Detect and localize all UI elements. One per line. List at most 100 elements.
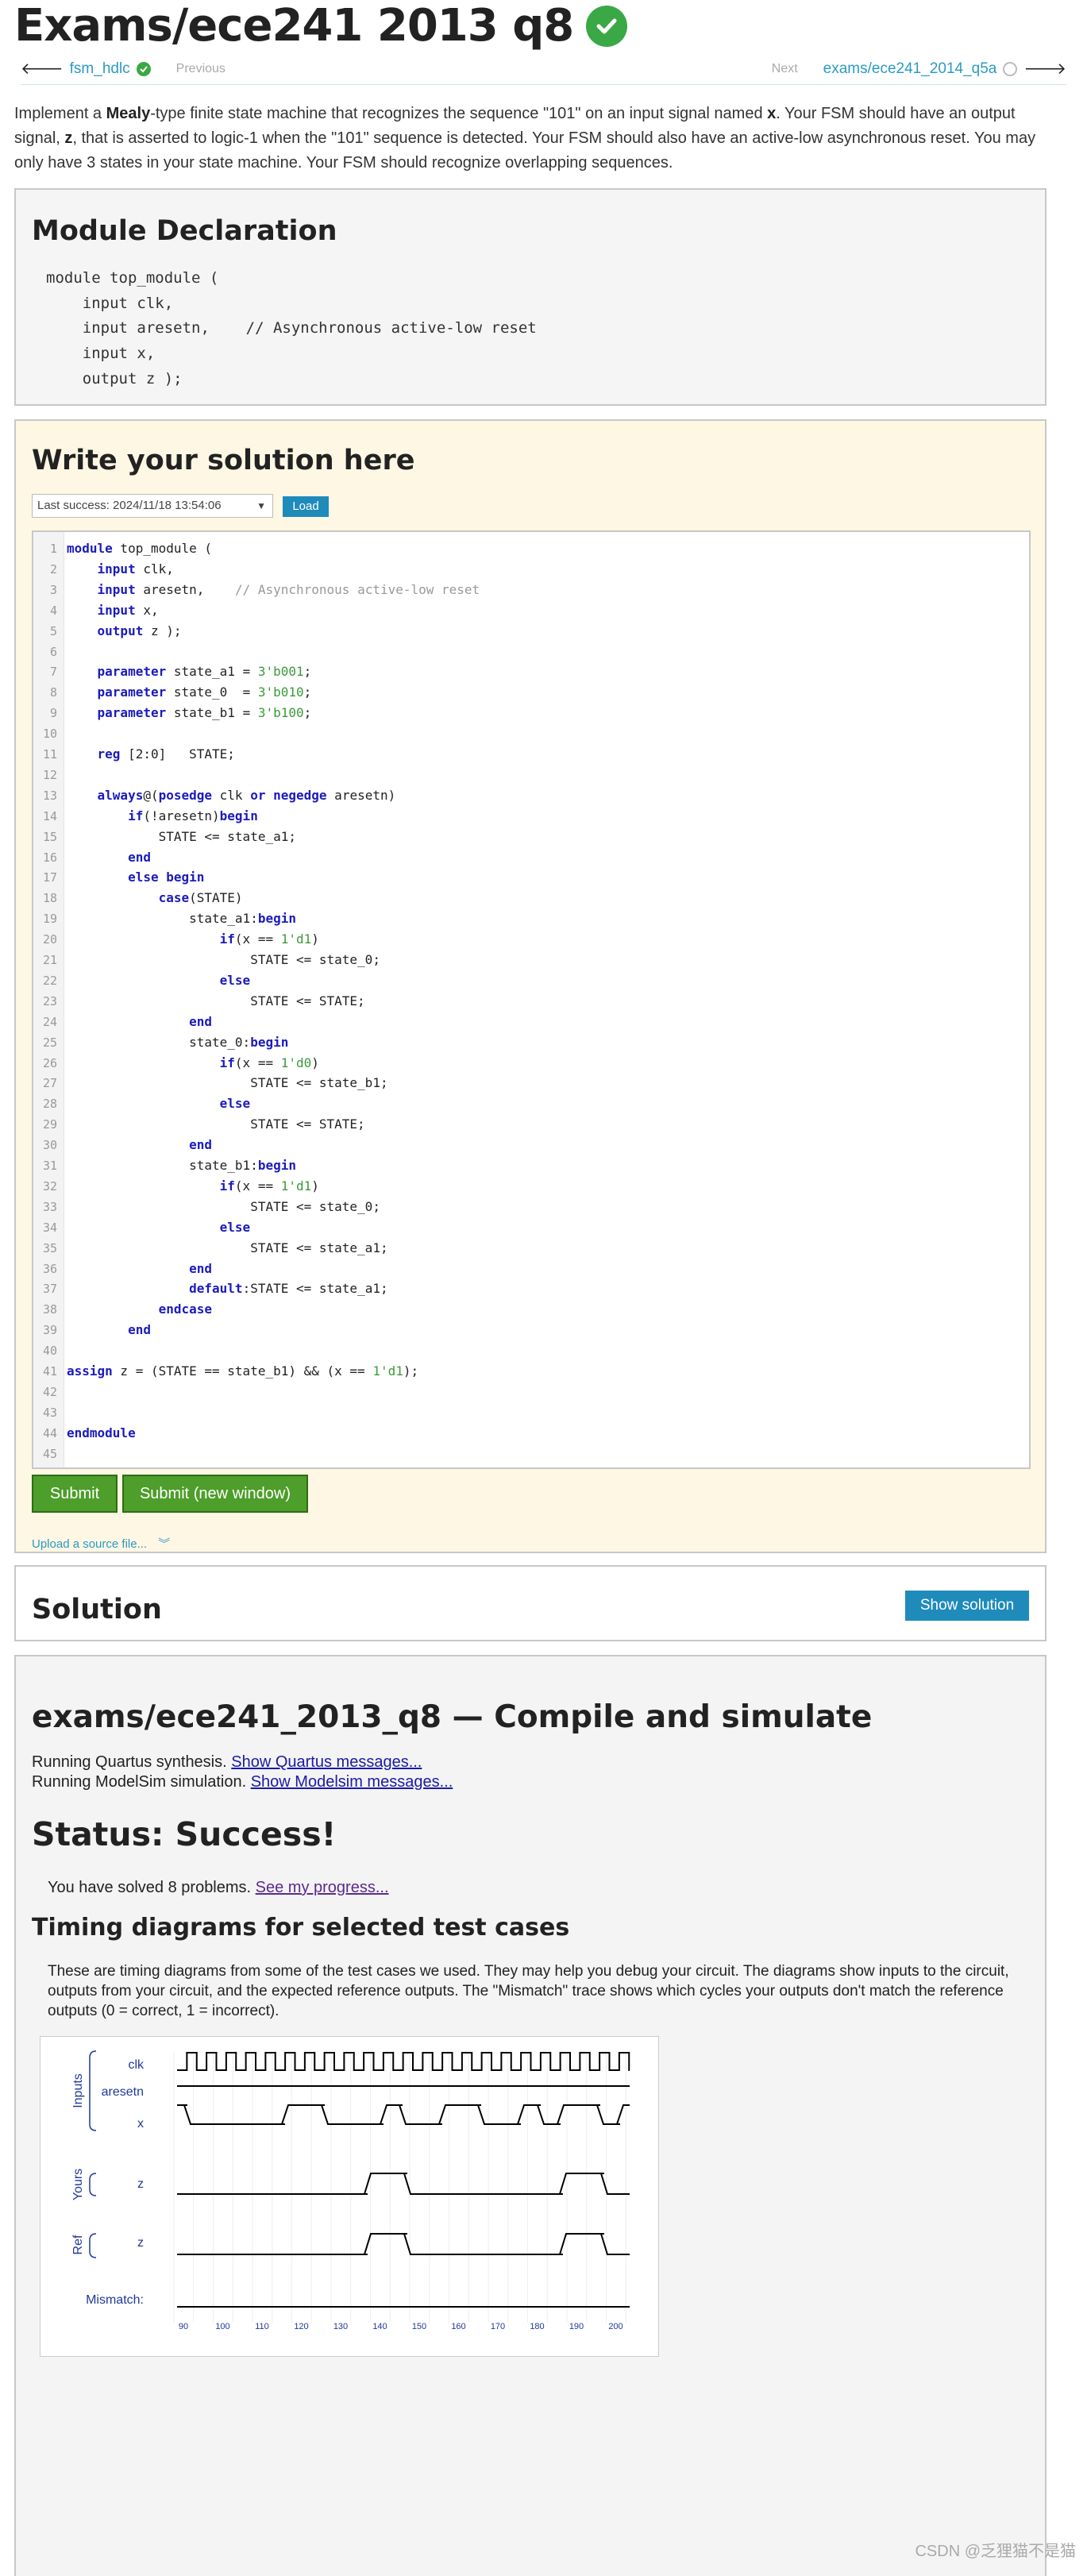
code-text: end [189,1260,213,1276]
code-line: 4 input x, [33,600,1029,621]
line-number: 12 [42,767,57,782]
code-text: module top_module ( [67,541,213,556]
signal-label: x [137,2117,144,2131]
code-text: reg [2:0] STATE; [97,746,235,762]
double-chevron-down-icon: ︾ [158,1537,171,1551]
line-number: 27 [42,1076,57,1091]
code-line: 10 [33,723,1029,744]
code-text: endcase [158,1301,213,1317]
line-number: 23 [42,993,57,1008]
signal-label: aresetn [102,2085,144,2099]
line-number: 36 [42,1261,57,1276]
line-number: 30 [42,1138,57,1153]
code-line: 25 state_0:begin [33,1032,1029,1053]
submit-new-window-button[interactable]: Submit (new window) [122,1475,308,1513]
signal-group-bracket [89,2233,97,2258]
time-tick-label: 130 [333,2322,348,2331]
code-text: else begin [128,870,205,885]
arrow-right-icon[interactable]: 🡒 [1023,59,1066,79]
code-line: 14 if(!aresetn)begin [33,806,1029,827]
see-progress-link[interactable]: See my progress... [256,1879,389,1896]
code-text: STATE <= state_0; [67,952,380,967]
code-text: else [219,1096,251,1112]
code-text: case(STATE) [158,890,243,906]
code-line: 45 [33,1444,1029,1464]
code-line: 40 [33,1340,1029,1361]
code-line: 38 endcase [33,1299,1029,1320]
page-title: Exams/ece241 2013 q8 [14,0,628,52]
line-number: 6 [49,644,57,659]
line-number: 18 [42,891,57,906]
code-line: 33 STATE <= state_0; [33,1197,1029,1217]
line-number: 21 [42,953,57,967]
line-number: 37 [42,1282,57,1297]
line-number: 32 [42,1178,57,1194]
problem-statement: Implement a Mealy-type finite state mach… [14,102,1063,175]
line-number: 4 [49,603,57,618]
code-line: 39 end [33,1320,1029,1340]
line-number: 45 [42,1446,57,1461]
code-line: 20 if(x == 1'd1) [33,929,1029,950]
code-text: assign z = (STATE == state_b1) && (x == … [67,1363,419,1379]
timing-diagrams-heading: Timing diagrams for selected test cases [32,1914,570,1942]
code-text: end [128,1322,151,1338]
module-declaration-code: module top_module ( input clk, input are… [46,269,537,388]
code-text: if(x == 1'd0) [219,1055,319,1070]
code-text: end [128,849,151,865]
signal-label: z [137,2177,144,2191]
code-line: 3 input aresetn, // Asynchronous active-… [33,580,1029,600]
previous-problem-link[interactable]: fsm_hdlc [70,60,130,78]
code-text: STATE <= state_a1; [67,1240,388,1255]
x-waveform [177,2104,630,2125]
upload-source-label: Upload a source file... [32,1537,148,1551]
code-text: input aresetn, // Asynchronous active-lo… [97,581,480,597]
line-number: 9 [49,706,57,721]
time-tick-label: 120 [294,2322,308,2331]
code-line: 17 else begin [33,867,1029,888]
arrow-left-icon[interactable]: 🡐 [21,59,64,79]
line-number: 7 [49,665,57,680]
intro-bold-mealy: Mealy [106,105,151,122]
signal-label: Mismatch: [86,2293,144,2307]
show-quartus-messages-link[interactable]: Show Quartus messages... [231,1753,422,1771]
line-number: 38 [42,1302,57,1317]
line-number: 13 [42,788,57,803]
show-modelsim-messages-link[interactable]: Show Modelsim messages... [251,1773,453,1791]
show-solution-button[interactable]: Show solution [905,1591,1029,1621]
code-text: parameter state_0 = 3'b010; [97,684,312,700]
code-line: 19 state_a1:begin [33,908,1029,929]
signal-label: z [137,2236,144,2250]
code-line: 37 default:STATE <= state_a1; [33,1278,1029,1299]
results-panel: exams/ece241_2013_q8 — Compile and simul… [14,1655,1047,2576]
run-log: Running Quartus synthesis. Show Quartus … [32,1753,453,1792]
status-heading: Status: Success! [32,1815,337,1853]
code-editor[interactable]: 1 module top_module (2 input clk, 3 input … [32,530,1031,1469]
code-text: output z ); [97,623,182,638]
timing-diagram: clk aresetn x z z Mismatch: Inputs Yours Ref 90 10… [40,2036,659,2357]
line-number: 19 [42,912,57,927]
line-number: 34 [42,1220,57,1235]
code-line: 28 else [33,1093,1029,1114]
code-line: 27 STATE <= state_b1; [33,1073,1029,1093]
code-line: 32 if(x == 1'd1) [33,1176,1029,1197]
next-problem-link[interactable]: exams/ece241_2014_q5a [823,60,997,78]
code-line: 13 always@(posedge clk or negedge areset… [33,785,1029,806]
code-line: 6 [33,642,1029,662]
code-line: 23 STATE <= STATE; [33,991,1029,1012]
page-title-text: Exams/ece241 2013 q8 [14,0,574,52]
code-line: 21 STATE <= state_0; [33,950,1029,970]
code-line: 11 reg [2:0] STATE; [33,744,1029,765]
code-line: 5 output z ); [33,621,1029,642]
line-number: 29 [42,1117,57,1132]
load-button[interactable]: Load [283,496,329,517]
module-declaration-heading: Module Declaration [32,215,337,247]
code-line: 29 STATE <= STATE; [33,1114,1029,1135]
code-text: STATE <= STATE; [67,1116,365,1132]
submission-history-select[interactable]: Last success: 2024/11/18 13:54:06 ▼ [32,494,273,518]
line-number: 16 [42,850,57,865]
upload-source-link[interactable]: Upload a source file... ︾ [32,1535,170,1552]
submission-history-value: Last success: 2024/11/18 13:54:06 [37,499,222,512]
submit-button[interactable]: Submit [32,1475,118,1513]
dropdown-caret-icon: ▼ [256,500,266,511]
code-line: 22 else [33,970,1029,991]
